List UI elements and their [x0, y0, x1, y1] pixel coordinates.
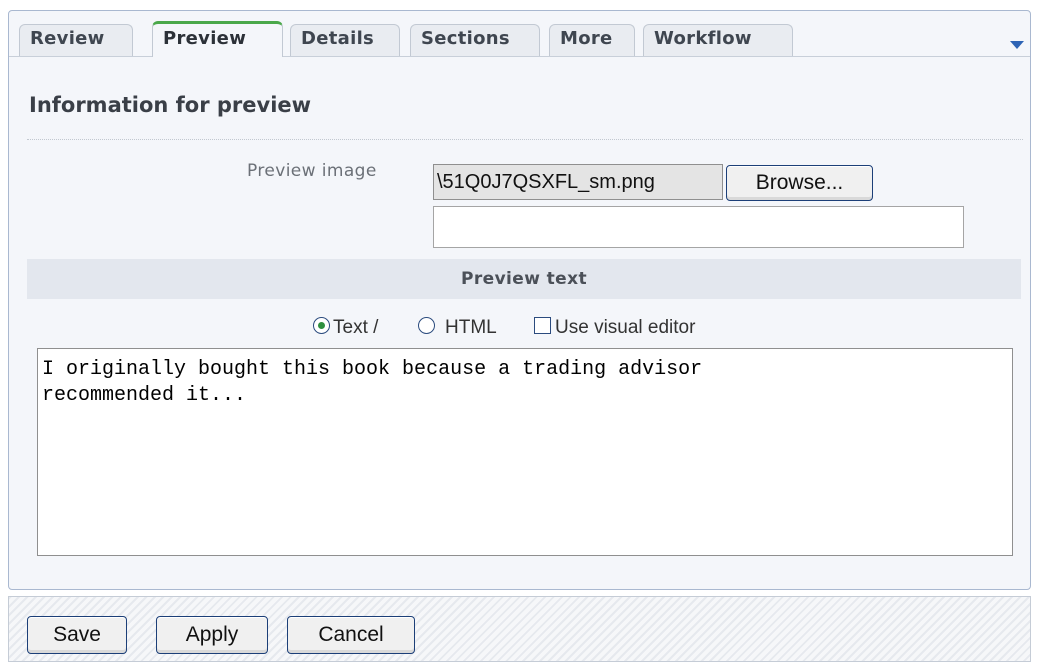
tab-review[interactable]: Review [19, 24, 133, 56]
html-format-label: HTML [445, 317, 497, 338]
format-options: Text / HTML Use visual editor [9, 315, 1030, 341]
form-footer: Save Apply Cancel [8, 596, 1031, 662]
visual-editor-label: Use visual editor [555, 317, 696, 338]
preview-panel: Review Preview Details Sections More Wor… [8, 10, 1031, 590]
preview-image-file-input[interactable]: \51Q0J7QSXFL_sm.png [433, 164, 723, 200]
section-title: Information for preview [29, 93, 312, 117]
html-format-radio[interactable] [418, 317, 435, 334]
tab-sections[interactable]: Sections [410, 24, 540, 56]
apply-button[interactable]: Apply [156, 616, 268, 654]
tab-more[interactable]: More [549, 24, 635, 56]
preview-image-url-input[interactable] [433, 206, 964, 248]
preview-text-area[interactable]: I originally bought this book because a … [37, 348, 1013, 556]
preview-image-label: Preview image [247, 161, 377, 181]
cancel-button[interactable]: Cancel [287, 616, 415, 654]
tab-strip: Review Preview Details Sections More Wor… [9, 11, 1030, 57]
text-format-radio[interactable] [313, 317, 330, 334]
tab-preview[interactable]: Preview [152, 21, 283, 57]
browse-button[interactable]: Browse... [726, 165, 873, 201]
section-divider [27, 139, 1023, 140]
tab-workflow[interactable]: Workflow [643, 24, 793, 56]
text-format-label: Text / [333, 317, 379, 338]
save-button[interactable]: Save [27, 616, 127, 654]
chevron-down-icon[interactable] [1010, 41, 1024, 49]
preview-text-header: Preview text [27, 259, 1021, 299]
radio-selected-dot [318, 322, 325, 329]
visual-editor-checkbox[interactable] [534, 317, 551, 334]
tab-details[interactable]: Details [290, 24, 400, 56]
